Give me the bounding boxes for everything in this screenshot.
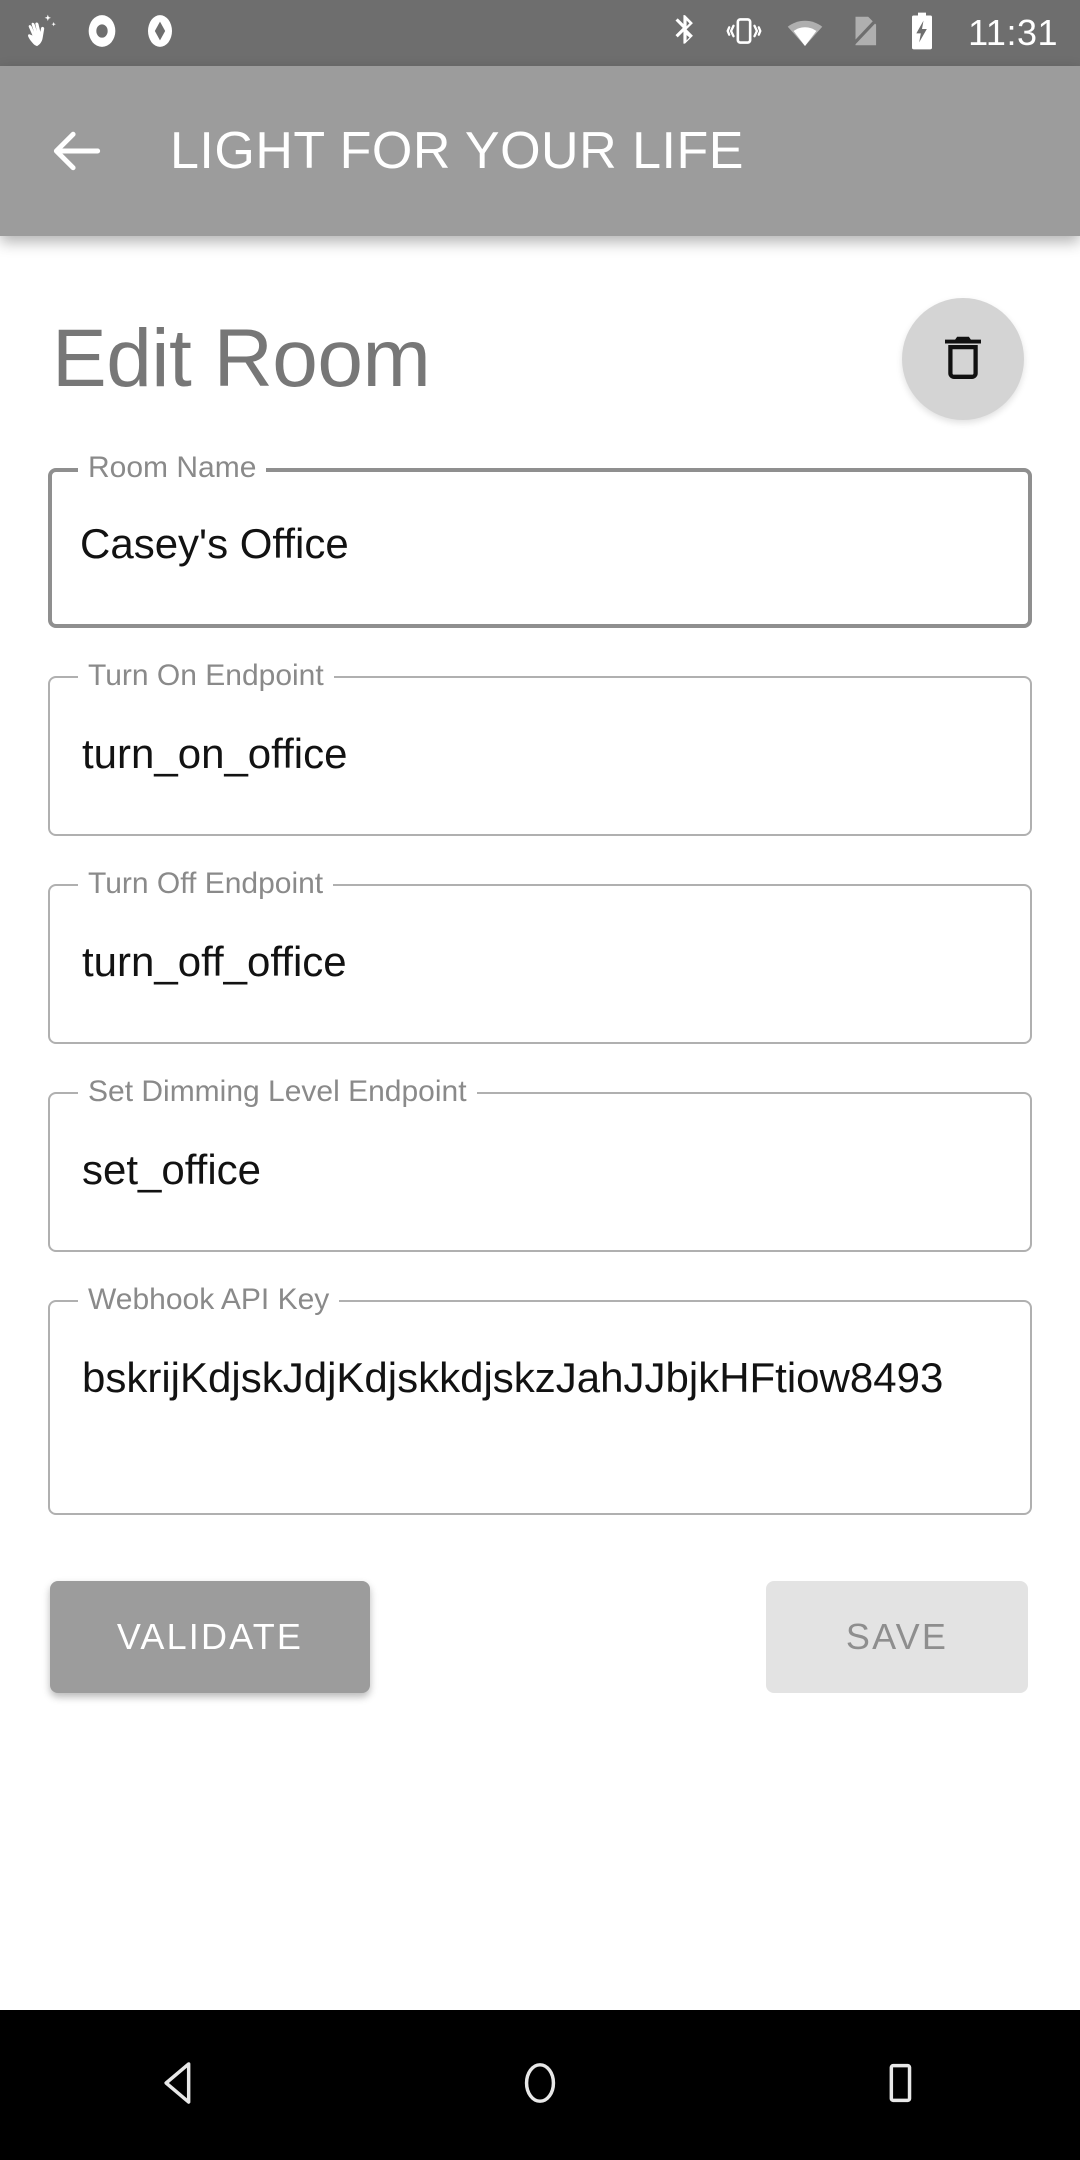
app-bar: LIGHT FOR YOUR LIFE (0, 66, 1080, 236)
field-value-set-dimming-level-endpoint[interactable]: set_office (82, 1144, 1004, 1196)
sparkle-hand-icon (24, 11, 64, 56)
system-navigation-bar (0, 2010, 1080, 2160)
page-header: Edit Room (48, 236, 1032, 420)
wifi-icon (784, 12, 826, 55)
field-webhook-api-key[interactable]: Webhook API Key bskrijKdjskJdjKdjskkdjsk… (48, 1284, 1032, 1515)
nav-back-button[interactable] (90, 2010, 270, 2160)
field-set-dimming-level-endpoint[interactable]: Set Dimming Level Endpoint set_office (48, 1076, 1032, 1252)
trash-icon (936, 330, 990, 389)
nav-home-button[interactable] (450, 2010, 630, 2160)
field-room-name[interactable]: Room Name Casey's Office (48, 452, 1032, 628)
status-bar-clock: 11:31 (968, 12, 1058, 53)
field-label-webhook-api-key: Webhook API Key (78, 1284, 340, 1316)
status-bar: 11:31 (0, 0, 1080, 66)
field-outline (48, 1300, 1032, 1515)
field-label-turn-on-endpoint: Turn On Endpoint (78, 660, 334, 692)
field-label-room-name: Room Name (78, 452, 267, 484)
home-circle-icon (514, 2057, 566, 2114)
recents-square-icon (874, 2057, 926, 2114)
delete-room-button[interactable] (902, 298, 1024, 420)
page-title: Edit Room (52, 313, 431, 404)
save-button[interactable]: SAVE (766, 1581, 1028, 1693)
back-arrow-icon[interactable] (46, 120, 108, 182)
field-turn-on-endpoint[interactable]: Turn On Endpoint turn_on_office (48, 660, 1032, 836)
vibrate-icon (724, 12, 764, 55)
field-value-webhook-api-key[interactable]: bskrijKdjskJdjKdjskkdjskzJahJJbjkHFtiow8… (82, 1352, 1004, 1404)
battery-charging-icon (904, 11, 940, 56)
app-bar-title: LIGHT FOR YOUR LIFE (170, 122, 744, 180)
bluetooth-icon (666, 12, 704, 55)
action-buttons: VALIDATE SAVE (48, 1581, 1032, 1693)
content-area: Edit Room Room Name Casey's Office Turn … (0, 236, 1080, 2010)
field-turn-off-endpoint[interactable]: Turn Off Endpoint turn_off_office (48, 868, 1032, 1044)
back-triangle-icon (154, 2057, 206, 2114)
field-value-turn-off-endpoint[interactable]: turn_off_office (82, 936, 1004, 988)
status-bar-right-icons: 11:31 (666, 11, 1058, 56)
field-value-turn-on-endpoint[interactable]: turn_on_office (82, 728, 1004, 780)
phone-screen: 11:31 LIGHT FOR YOUR LIFE Edit Room Room… (0, 0, 1080, 2160)
field-label-set-dimming-level-endpoint: Set Dimming Level Endpoint (78, 1076, 477, 1108)
status-bar-left-icons (24, 11, 180, 56)
field-label-turn-off-endpoint: Turn Off Endpoint (78, 868, 334, 900)
nav-recents-button[interactable] (810, 2010, 990, 2160)
sim-off-icon (846, 12, 884, 55)
record-circle-icon (82, 11, 122, 56)
field-value-room-name[interactable]: Casey's Office (80, 518, 1004, 570)
diamond-icon (140, 11, 180, 56)
validate-button[interactable]: VALIDATE (50, 1581, 370, 1693)
